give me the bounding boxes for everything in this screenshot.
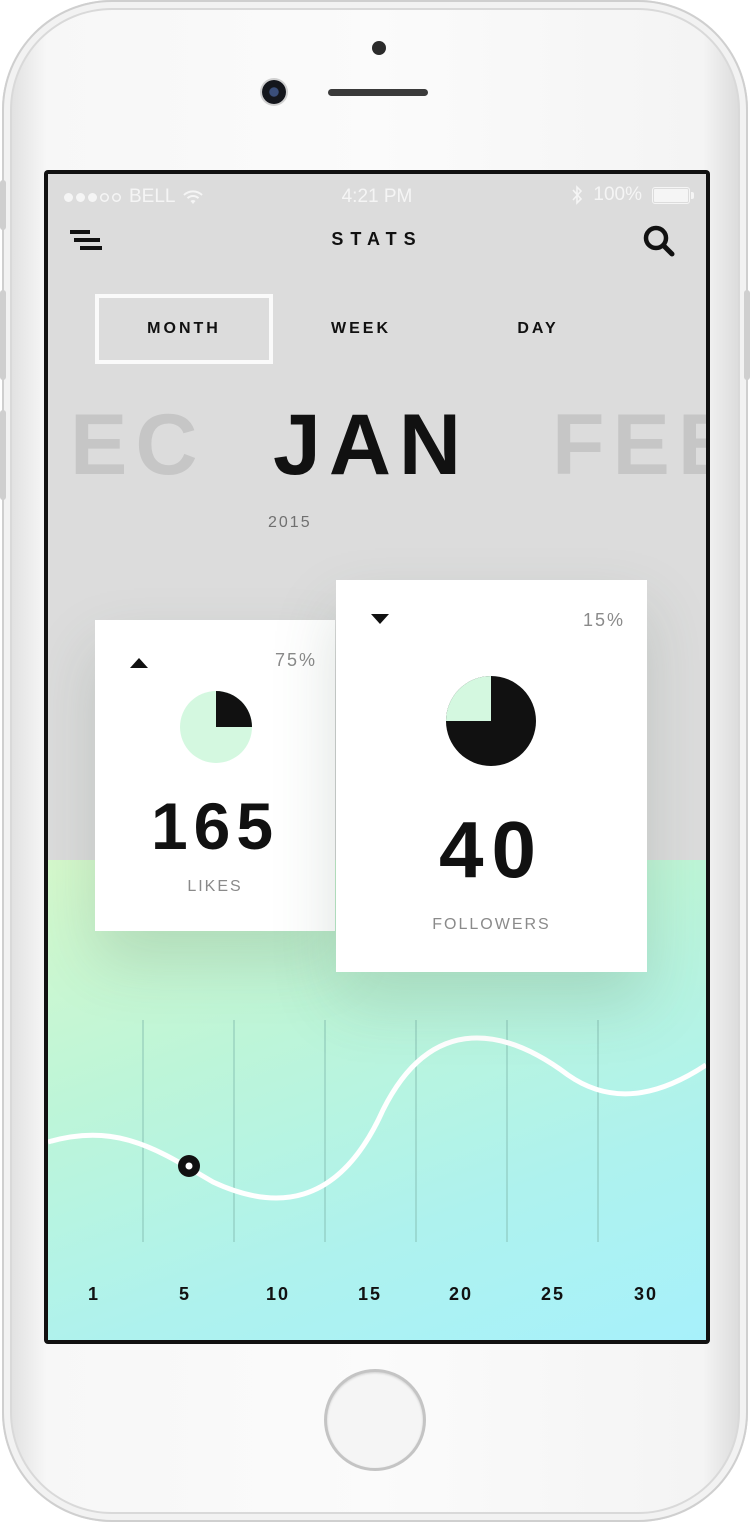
volume-up-button <box>0 290 6 380</box>
status-bar: BELL 4:21 PM 100% <box>48 174 706 218</box>
followers-pie-chart <box>446 676 536 766</box>
likes-percent: 75% <box>274 650 317 670</box>
x-axis-label: 25 <box>540 1284 566 1304</box>
home-button[interactable] <box>327 1372 423 1468</box>
likes-label: LIKES <box>187 878 243 895</box>
x-axis-label: 1 <box>87 1284 100 1304</box>
tab-month[interactable]: MONTH <box>95 294 273 364</box>
followers-count: 40 <box>439 805 544 894</box>
x-axis-label: 10 <box>265 1284 291 1304</box>
bluetooth-icon <box>572 185 583 205</box>
battery-percent: 100% <box>593 184 642 205</box>
trend-up-icon <box>130 658 148 668</box>
battery-icon <box>652 186 694 204</box>
x-axis-label: 5 <box>178 1284 191 1304</box>
followers-percent: 15% <box>582 610 625 630</box>
likes-pie-chart <box>180 691 252 763</box>
x-axis-label: 20 <box>448 1284 474 1304</box>
current-month: JAN <box>273 397 470 493</box>
app-screen: BELL 4:21 PM 100% STATS MONTH WEEK DAY E… <box>48 174 706 1340</box>
x-axis-label: 15 <box>357 1284 383 1304</box>
page-title: STATS <box>331 229 423 249</box>
status-right: 100% <box>571 184 694 206</box>
tab-week[interactable]: WEEK <box>272 294 450 364</box>
volume-down-button <box>0 410 6 500</box>
screen-bezel: BELL 4:21 PM 100% STATS MONTH WEEK DAY E… <box>44 170 710 1344</box>
trend-down-icon <box>371 614 389 624</box>
front-camera <box>262 80 286 104</box>
current-year: 2015 <box>268 514 312 531</box>
likes-count: 165 <box>150 789 280 863</box>
mute-switch <box>0 180 6 230</box>
followers-label: FOLLOWERS <box>432 916 551 933</box>
power-button <box>744 290 750 380</box>
chart-line <box>48 1035 706 1201</box>
previous-month[interactable]: EC <box>70 402 205 488</box>
chart-highlight-point-center <box>185 1162 193 1170</box>
x-axis-label: 30 <box>633 1284 659 1304</box>
proximity-sensor <box>372 41 386 55</box>
followers-card[interactable]: 15% 40 FOLLOWERS <box>336 580 647 972</box>
next-month[interactable]: FEB <box>552 402 706 488</box>
likes-card[interactable]: 75% 165 LIKES <box>95 620 335 931</box>
earpiece-speaker <box>328 89 428 96</box>
tab-day[interactable]: DAY <box>449 294 627 364</box>
search-icon[interactable] <box>642 224 676 258</box>
